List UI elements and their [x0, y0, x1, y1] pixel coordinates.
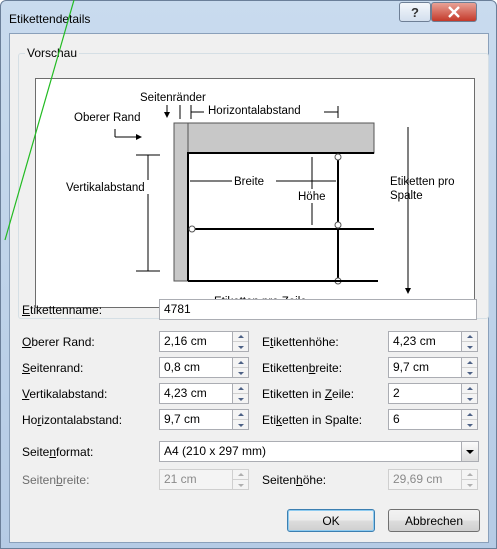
sheet-side-margin: [173, 122, 189, 282]
label-horizontalabstand: Horizontalabstand:: [22, 413, 123, 427]
seitenformat-select[interactable]: A4 (210 x 297 mm): [159, 441, 479, 462]
etikettenbreite-spinner[interactable]: [462, 357, 478, 378]
seitenbreite-spinner: [233, 469, 249, 490]
etiketten-in-spalte-spinner[interactable]: [462, 409, 478, 430]
spin-up-icon: [233, 470, 248, 480]
spin-down-icon[interactable]: [233, 342, 248, 352]
etikettenname-input[interactable]: 4781: [159, 299, 477, 320]
spin-up-icon[interactable]: [462, 358, 477, 368]
dialog-client-area: Vorschau Seitenränder Oberer Rand Horizo…: [9, 33, 489, 543]
spin-down-icon[interactable]: [462, 420, 477, 430]
spin-down-icon: [233, 480, 248, 490]
seitenhoehe-spinner: [462, 469, 478, 490]
etikettenhoehe-input[interactable]: 4,23 cm: [388, 331, 462, 352]
label-etikettenname: Etikettenname:: [22, 303, 103, 317]
horizontalabstand-input[interactable]: 9,7 cm: [159, 409, 233, 430]
etiketten-in-zeile-input[interactable]: 2: [388, 383, 462, 404]
spin-up-icon[interactable]: [233, 410, 248, 420]
title-bar[interactable]: Etikettendetails ?: [1, 1, 496, 33]
annot-horizontalabstand: Horizontalabstand: [208, 105, 301, 117]
seitenformat-value: A4 (210 x 297 mm): [164, 444, 267, 458]
cancel-button[interactable]: Abbrechen: [388, 509, 480, 532]
seitenhoehe-input: 29,69 cm: [388, 469, 462, 490]
spin-down-icon[interactable]: [233, 394, 248, 404]
label-seitenbreite: Seitenbreite:: [22, 473, 90, 487]
help-button[interactable]: ?: [399, 2, 431, 22]
seitenbreite-input: 21 cm: [159, 469, 233, 490]
spin-up-icon[interactable]: [462, 332, 477, 342]
label-seitenhoehe: Seitenhöhe:: [262, 473, 327, 487]
annot-etiketten-pro-spalte-1: Etiketten pro: [390, 176, 455, 188]
spin-up-icon[interactable]: [462, 384, 477, 394]
annot-etiketten-pro-spalte-2: Spalte: [390, 190, 423, 202]
label-preview: Seitenränder Oberer Rand Horizontalabsta…: [35, 78, 475, 308]
vertikalabstand-spinner[interactable]: [233, 383, 249, 404]
seitenrand-spinner[interactable]: [233, 357, 249, 378]
spin-down-icon[interactable]: [462, 368, 477, 378]
oberer-rand-input[interactable]: 2,16 cm: [159, 331, 233, 352]
annot-oberer-rand: Oberer Rand: [74, 112, 140, 124]
help-icon: ?: [411, 4, 419, 20]
chevron-down-icon[interactable]: [461, 442, 478, 461]
window-title: Etikettendetails: [9, 12, 91, 26]
label-vertikalabstand: Vertikalabstand:: [22, 387, 108, 401]
annot-breite: Breite: [234, 176, 264, 188]
etikettenhoehe-spinner[interactable]: [462, 331, 478, 352]
etiketten-in-spalte-input[interactable]: 6: [388, 409, 462, 430]
etikettenbreite-input[interactable]: 9,7 cm: [388, 357, 462, 378]
spin-down-icon[interactable]: [462, 394, 477, 404]
label-etiketten-in-spalte: Etiketten in Spalte:: [262, 413, 363, 427]
spin-up-icon[interactable]: [233, 384, 248, 394]
spin-up-icon: [462, 470, 477, 480]
annot-seitenraender: Seitenränder: [140, 92, 206, 104]
vertikalabstand-input[interactable]: 4,23 cm: [159, 383, 233, 404]
annot-vertikalabstand: Vertikalabstand: [66, 182, 145, 194]
sheet-top-margin: [173, 122, 375, 154]
preview-diagram: Seitenränder Oberer Rand Horizontalabsta…: [64, 92, 455, 307]
dialog-window: Etikettendetails ? Vorschau Seitenränder…: [0, 0, 497, 549]
ok-button[interactable]: OK: [287, 509, 375, 532]
spin-down-icon[interactable]: [462, 342, 477, 352]
close-button[interactable]: [431, 2, 477, 22]
spin-down-icon[interactable]: [233, 368, 248, 378]
label-etiketten-in-zeile: Etiketten in Zeile:: [262, 387, 355, 401]
annot-hoehe: Höhe: [298, 191, 326, 203]
spin-up-icon[interactable]: [233, 358, 248, 368]
etiketten-in-zeile-spinner[interactable]: [462, 383, 478, 404]
oberer-rand-spinner[interactable]: [233, 331, 249, 352]
label-etikettenbreite: Etikettenbreite:: [262, 361, 343, 375]
spin-down-icon: [462, 480, 477, 490]
spin-up-icon[interactable]: [462, 410, 477, 420]
label-oberer-rand: Oberer Rand:: [22, 335, 95, 349]
horizontalabstand-spinner[interactable]: [233, 409, 249, 430]
label-seitenrand: Seitenrand:: [22, 361, 84, 375]
seitenrand-input[interactable]: 0,8 cm: [159, 357, 233, 378]
label-seitenformat: Seitenformat:: [22, 445, 94, 459]
spin-up-icon[interactable]: [233, 332, 248, 342]
preview-group-label: Vorschau: [25, 46, 80, 60]
spin-down-icon[interactable]: [233, 420, 248, 430]
label-etikettenhoehe: Etikettenhöhe:: [262, 335, 339, 349]
close-icon: [448, 6, 460, 18]
